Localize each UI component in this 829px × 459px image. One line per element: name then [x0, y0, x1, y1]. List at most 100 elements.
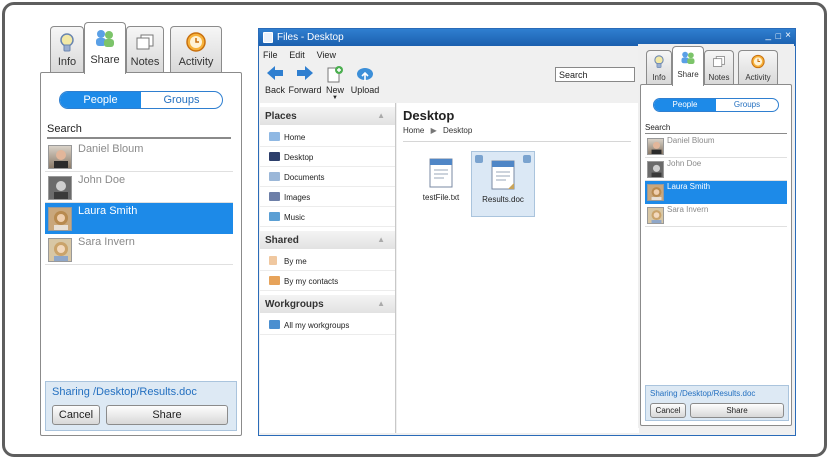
search-label[interactable]: Search: [47, 123, 231, 139]
maximize-button[interactable]: □: [776, 31, 781, 41]
sidebar-item-home[interactable]: Home: [260, 127, 395, 147]
person-name: Daniel Bloum: [78, 143, 144, 155]
sharing-path: Sharing /Desktop/Results.doc: [52, 386, 197, 398]
cancel-button[interactable]: Cancel: [52, 405, 100, 425]
person-icon: [269, 256, 277, 265]
sidebar-item-label: By my contacts: [284, 277, 339, 286]
search-label[interactable]: Search: [645, 123, 787, 134]
tab-activity[interactable]: Activity: [170, 26, 222, 72]
breadcrumb-desktop[interactable]: Desktop: [443, 126, 472, 135]
tab-info-label: Info: [57, 56, 77, 68]
file-item-results[interactable]: Results.doc: [471, 151, 535, 217]
avatar: [647, 184, 664, 201]
section-header-workgroups[interactable]: Workgroups ▲: [260, 295, 395, 313]
collapse-icon[interactable]: ▲: [377, 111, 385, 120]
close-button[interactable]: ×: [785, 30, 791, 41]
workgroups-icon: [269, 320, 280, 329]
upload-button[interactable]: Upload: [347, 65, 383, 95]
sidebar-item-label: By me: [284, 257, 307, 266]
segment-people[interactable]: People: [654, 99, 716, 111]
sidebar-item-by-my-contacts[interactable]: By my contacts: [260, 271, 395, 291]
tab-share[interactable]: Share: [672, 46, 704, 86]
breadcrumb: Home ▶ Desktop: [403, 126, 472, 135]
person-name: John Doe: [667, 159, 702, 168]
list-item-sara-invern[interactable]: Sara Invern: [45, 234, 233, 265]
search-input[interactable]: Search: [555, 67, 635, 82]
contacts-icon: [269, 276, 280, 285]
share-content-box: People Groups Search Daniel Bloum John D…: [640, 84, 792, 426]
sidebar-item-desktop[interactable]: Desktop: [260, 147, 395, 167]
cancel-button[interactable]: Cancel: [650, 403, 686, 418]
tab-notes[interactable]: Notes: [704, 50, 734, 84]
avatar: [48, 238, 72, 262]
menu-edit[interactable]: Edit: [289, 50, 305, 60]
avatar: [647, 138, 664, 155]
person-name: Laura Smith: [667, 182, 711, 191]
share-content-box: People Groups Search Daniel Bloum John D…: [40, 72, 242, 436]
menu-bar: File Edit View: [263, 50, 345, 61]
tab-info[interactable]: Info: [646, 50, 672, 84]
breadcrumb-home[interactable]: Home: [403, 126, 424, 135]
tab-info[interactable]: Info: [50, 26, 84, 72]
person-name: Daniel Bloum: [667, 136, 715, 145]
breadcrumb-separator-icon: ▶: [430, 126, 437, 135]
list-item-john-doe[interactable]: John Doe: [45, 172, 233, 203]
app-icon: [263, 32, 273, 43]
tab-notes-label: Notes: [130, 56, 160, 68]
minimize-button[interactable]: _: [765, 30, 771, 41]
list-item-laura-smith[interactable]: Laura Smith: [45, 203, 233, 234]
sidebar-item-by-me[interactable]: By me: [260, 251, 395, 271]
list-item-daniel-bloum[interactable]: Daniel Bloum: [645, 135, 787, 158]
people-groups-toggle: People Groups: [653, 98, 779, 112]
section-header-shared[interactable]: Shared ▲: [260, 231, 395, 249]
tab-activity[interactable]: Activity: [738, 50, 778, 84]
text-file-icon: [429, 158, 453, 188]
new-label: New: [325, 85, 344, 95]
section-header-places[interactable]: Places ▲: [260, 107, 395, 125]
sidebar-item-documents[interactable]: Documents: [260, 167, 395, 187]
menu-view[interactable]: View: [317, 50, 336, 60]
music-icon: [269, 212, 280, 221]
new-dropdown-arrow[interactable]: ▼: [317, 95, 353, 101]
share-footer: Sharing /Desktop/Results.doc Cancel Shar…: [645, 385, 789, 421]
sidebar-item-images[interactable]: Images: [260, 187, 395, 207]
share-people-icon: [94, 29, 116, 50]
sidebar-item-all-my-workgroups[interactable]: All my workgroups: [260, 315, 395, 335]
documents-icon: [269, 172, 280, 181]
left-share-panel: Info Share Notes Activity People Groups …: [38, 22, 244, 438]
tab-share-label: Share: [677, 70, 699, 79]
right-share-panel: Info Share Notes Activity People Groups …: [638, 44, 794, 428]
people-list: Daniel Bloum John Doe Laura Smith Sara I…: [45, 141, 233, 271]
tab-notes[interactable]: Notes: [126, 26, 164, 72]
share-button[interactable]: Share: [106, 405, 228, 425]
file-item-testfile[interactable]: testFile.txt: [409, 153, 473, 215]
segment-people[interactable]: People: [60, 92, 141, 108]
people-groups-toggle: People Groups: [59, 91, 223, 109]
file-name: testFile.txt: [422, 193, 460, 202]
list-item-john-doe[interactable]: John Doe: [645, 158, 787, 181]
options-checkbox-icon[interactable]: [523, 155, 531, 163]
upload-cloud-icon: [357, 68, 373, 81]
section-title: Workgroups: [265, 299, 324, 310]
segment-groups[interactable]: Groups: [716, 99, 778, 111]
images-icon: [269, 192, 280, 201]
select-checkbox-icon[interactable]: [475, 155, 483, 163]
avatar: [48, 207, 72, 231]
list-item-laura-smith[interactable]: Laura Smith: [645, 181, 787, 204]
info-bulb-icon: [654, 55, 665, 72]
tab-share[interactable]: Share: [84, 22, 126, 74]
menu-file[interactable]: File: [263, 50, 278, 60]
tab-activity-label: Activity: [745, 73, 771, 82]
doc-file-icon: [491, 160, 515, 190]
collapse-icon[interactable]: ▲: [377, 235, 385, 244]
list-item-daniel-bloum[interactable]: Daniel Bloum: [45, 141, 233, 172]
person-name: John Doe: [78, 174, 126, 186]
segment-groups[interactable]: Groups: [141, 92, 222, 108]
sidebar-item-label: Desktop: [284, 153, 314, 162]
back-arrow-icon: [267, 66, 283, 80]
sidebar-item-music[interactable]: Music: [260, 207, 395, 227]
share-button[interactable]: Share: [690, 403, 784, 418]
list-item-sara-invern[interactable]: Sara Invern: [645, 204, 787, 227]
file-name: Results.doc: [482, 195, 524, 204]
collapse-icon[interactable]: ▲: [377, 299, 385, 308]
